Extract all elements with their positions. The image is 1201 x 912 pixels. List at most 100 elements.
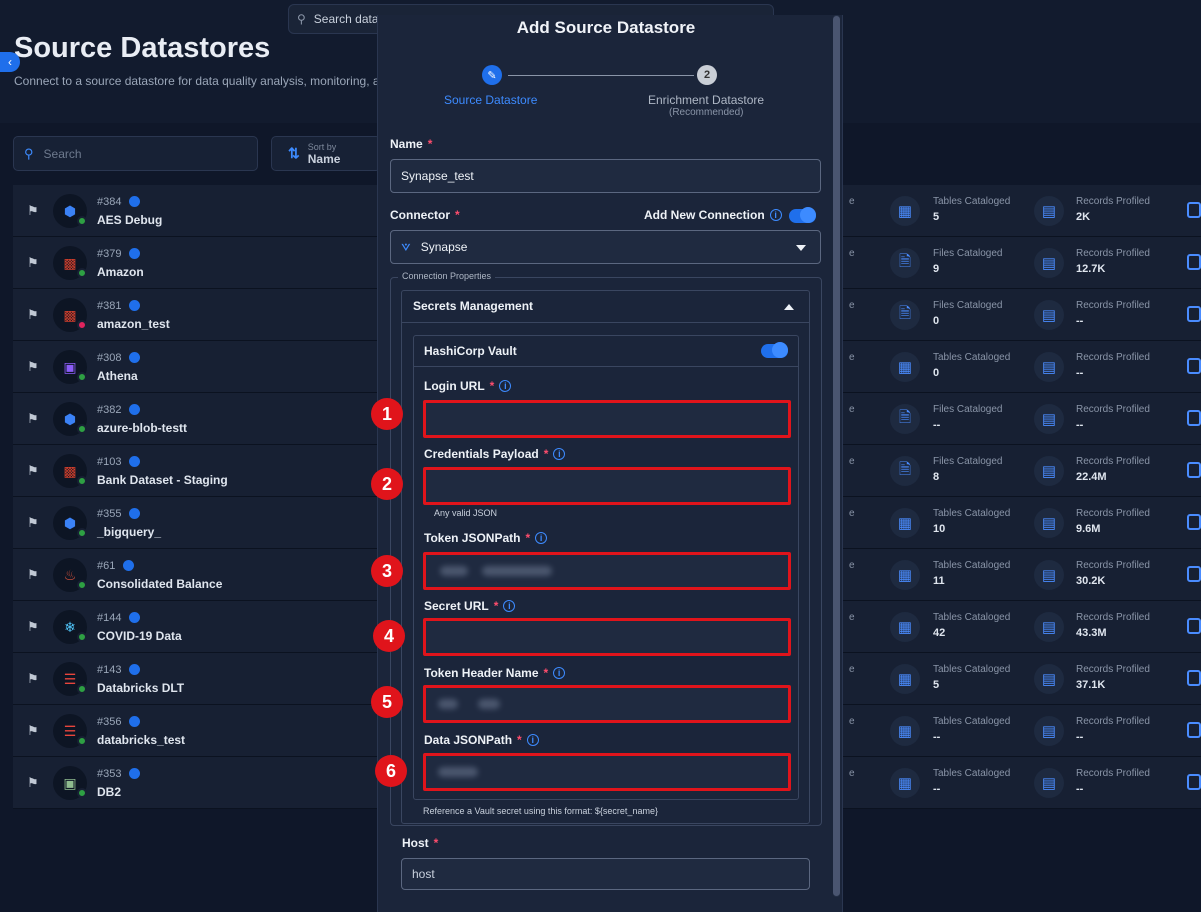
status-dot — [77, 216, 87, 226]
records-stat-label: Records Profiled — [1076, 560, 1150, 571]
info-icon[interactable]: i — [553, 667, 566, 679]
secrets-management-header[interactable]: Secrets Management — [401, 290, 810, 323]
hashicorp-vault-toggle[interactable] — [761, 342, 788, 358]
datastore-search-input[interactable]: ⚲ Search — [13, 136, 258, 171]
datastore-name[interactable]: DB2 — [97, 785, 121, 799]
bookmark-icon[interactable]: ⚑ — [27, 671, 39, 686]
secrets-management-title: Secrets Management — [413, 299, 534, 313]
name-input[interactable]: Synapse_test — [390, 159, 821, 193]
info-icon[interactable]: i — [503, 600, 516, 612]
checks-icon[interactable] — [1187, 254, 1201, 270]
table-icon: ▦ — [890, 196, 920, 226]
datastore-name[interactable]: Bank Dataset - Staging — [97, 473, 228, 487]
info-icon[interactable] — [129, 352, 141, 363]
checks-icon[interactable] — [1187, 306, 1201, 322]
credentials-payload-label-text: Credentials Payload — [424, 447, 539, 461]
checks-icon[interactable] — [1187, 358, 1201, 374]
bookmark-icon[interactable]: ⚑ — [27, 619, 39, 634]
info-icon[interactable]: i — [769, 209, 782, 221]
table-icon: ▦ — [890, 352, 920, 382]
secret-url-input[interactable] — [423, 618, 791, 656]
step-1-label[interactable]: Source Datastore — [444, 93, 537, 107]
info-icon[interactable] — [129, 664, 141, 675]
status-dot — [77, 736, 87, 746]
checks-icon[interactable] — [1187, 670, 1201, 686]
bookmark-icon[interactable]: ⚑ — [27, 359, 39, 374]
info-icon[interactable] — [129, 196, 141, 207]
bookmark-icon[interactable]: ⚑ — [27, 723, 39, 738]
bookmark-icon[interactable]: ⚑ — [27, 463, 39, 478]
info-icon[interactable]: i — [526, 734, 539, 746]
datastore-name[interactable]: Databricks DLT — [97, 681, 184, 695]
records-icon: ▤ — [1034, 404, 1064, 434]
connector-select[interactable]: ⟇ Synapse — [390, 230, 821, 264]
step-1-indicator[interactable]: ✎ — [482, 65, 502, 85]
datastore-name[interactable]: AES Debug — [97, 213, 162, 227]
sort-select[interactable]: ⇅ Sort by Name — [271, 136, 381, 171]
add-new-connection-toggle[interactable] — [789, 207, 816, 223]
info-icon[interactable] — [122, 560, 134, 571]
step-2-indicator[interactable]: 2 — [697, 65, 717, 85]
datastore-name[interactable]: Amazon — [97, 265, 144, 279]
global-search-placeholder: Search data — [313, 12, 379, 26]
info-icon[interactable] — [129, 300, 141, 311]
checks-icon[interactable] — [1187, 722, 1201, 738]
redacted-value — [478, 699, 500, 709]
info-icon[interactable] — [129, 716, 141, 727]
checks-icon[interactable] — [1187, 774, 1201, 790]
bookmark-icon[interactable]: ⚑ — [27, 567, 39, 582]
credentials-payload-input[interactable] — [423, 467, 791, 505]
datastore-id: #381 — [97, 300, 122, 312]
modal-scrollbar-thumb[interactable] — [833, 16, 840, 896]
bookmark-icon[interactable]: ⚑ — [27, 255, 39, 270]
checks-icon[interactable] — [1187, 462, 1201, 478]
catalog-stat-value: 10 — [933, 523, 946, 535]
stat-label-partial: e — [849, 352, 855, 363]
bookmark-icon[interactable]: ⚑ — [27, 307, 39, 322]
records-stat-label: Records Profiled — [1076, 508, 1150, 519]
page-subtitle: Connect to a source datastore for data q… — [14, 74, 380, 88]
datastore-name[interactable]: amazon_test — [97, 317, 170, 331]
checks-icon[interactable] — [1187, 202, 1201, 218]
checks-icon[interactable] — [1187, 618, 1201, 634]
datastore-name[interactable]: COVID-19 Data — [97, 629, 182, 643]
chevron-up-icon[interactable] — [784, 304, 794, 310]
bookmark-icon[interactable]: ⚑ — [27, 411, 39, 426]
checks-icon[interactable] — [1187, 566, 1201, 582]
info-icon[interactable] — [129, 248, 141, 259]
token-header-name-input[interactable] — [423, 685, 791, 723]
datastore-name[interactable]: Athena — [97, 369, 138, 383]
records-stat-value: -- — [1076, 419, 1084, 431]
checks-icon[interactable] — [1187, 514, 1201, 530]
info-icon[interactable] — [129, 768, 141, 779]
info-icon[interactable]: i — [553, 448, 566, 460]
bookmark-icon[interactable]: ⚑ — [27, 203, 39, 218]
step-2-label[interactable]: Enrichment Datastore — [648, 93, 764, 107]
datastore-name[interactable]: azure-blob-testt — [97, 421, 187, 435]
info-icon[interactable] — [129, 404, 141, 415]
collapse-sidebar-button[interactable]: ‹ — [0, 52, 20, 72]
info-icon[interactable] — [129, 456, 141, 467]
data-jsonpath-input[interactable] — [423, 753, 791, 791]
datastore-id: #382 — [97, 404, 122, 416]
hashicorp-vault-title: HashiCorp Vault — [424, 343, 517, 358]
info-icon[interactable]: i — [499, 380, 512, 392]
host-input[interactable]: host — [401, 858, 810, 890]
bookmark-icon[interactable]: ⚑ — [27, 775, 39, 790]
catalog-stat-label: Tables Cataloged — [933, 352, 1011, 363]
datastore-name[interactable]: Consolidated Balance — [97, 577, 222, 591]
bookmark-icon[interactable]: ⚑ — [27, 515, 39, 530]
secret-url-label: Secret URL * i — [424, 599, 516, 613]
token-jsonpath-input[interactable] — [423, 552, 791, 590]
info-icon[interactable] — [129, 612, 141, 623]
login-url-input[interactable] — [423, 400, 791, 438]
datastore-name[interactable]: databricks_test — [97, 733, 185, 747]
catalog-stat-label: Tables Cataloged — [933, 768, 1011, 779]
datastore-id: #355 — [97, 508, 122, 520]
datastore-name[interactable]: _bigquery_ — [97, 525, 161, 539]
checks-icon[interactable] — [1187, 410, 1201, 426]
info-icon[interactable] — [129, 508, 141, 519]
redacted-value — [440, 566, 468, 576]
records-stat-value: -- — [1076, 783, 1084, 795]
info-icon[interactable]: i — [535, 532, 548, 544]
